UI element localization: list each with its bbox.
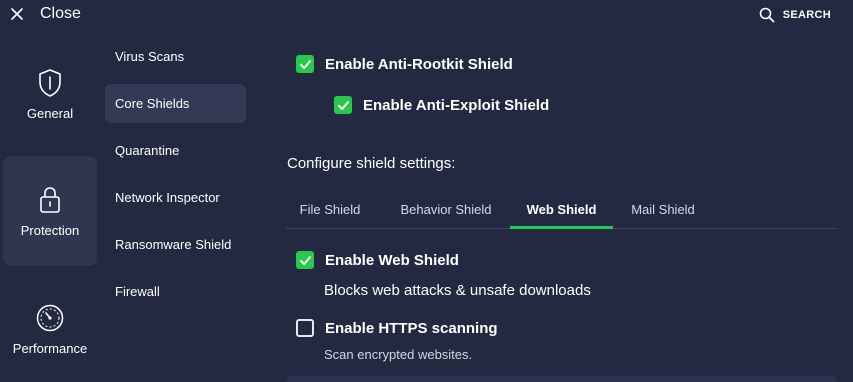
subnav-ransomware-shield[interactable]: Ransomware Shield	[105, 225, 246, 264]
anti-rootkit-option[interactable]: Enable Anti-Rootkit Shield	[296, 55, 513, 73]
search-button[interactable]: SEARCH	[759, 5, 831, 25]
checkmark-icon	[337, 100, 349, 110]
shield-icon	[39, 69, 61, 97]
https-scanning-description: Scan encrypted websites.	[324, 347, 473, 362]
anti-exploit-option[interactable]: Enable Anti-Exploit Shield	[334, 96, 549, 114]
configure-shield-title: Configure shield settings:	[287, 155, 456, 172]
subnav-virus-scans[interactable]: Virus Scans	[105, 37, 246, 76]
tab-mail-shield[interactable]: Mail Shield	[621, 195, 705, 229]
speedometer-icon	[36, 304, 64, 332]
category-performance[interactable]: Performance	[3, 300, 97, 370]
shield-tabs: File Shield Behavior Shield Web Shield M…	[286, 195, 837, 229]
anti-exploit-label: Enable Anti-Exploit Shield	[363, 96, 550, 114]
category-general[interactable]: General	[3, 58, 97, 132]
web-shield-description: Blocks web attacks & unsafe downloads	[324, 282, 591, 299]
web-shield-checkbox[interactable]	[296, 251, 314, 269]
checkmark-icon	[299, 255, 311, 265]
checkmark-icon	[299, 59, 311, 69]
anti-exploit-checkbox[interactable]	[334, 96, 352, 114]
search-label: SEARCH	[782, 9, 831, 21]
subnav-firewall[interactable]: Firewall	[105, 272, 246, 311]
subnav-quarantine[interactable]: Quarantine	[105, 131, 246, 170]
close-label: Close	[40, 5, 81, 22]
category-protection-label: Protection	[20, 222, 80, 238]
close-button[interactable]: Close	[8, 2, 81, 26]
close-icon	[11, 8, 23, 20]
search-icon	[759, 7, 775, 23]
web-shield-option[interactable]: Enable Web Shield	[296, 251, 459, 269]
tab-web-shield[interactable]: Web Shield	[510, 195, 613, 229]
next-option-row	[286, 376, 837, 382]
tab-file-shield[interactable]: File Shield	[290, 195, 370, 229]
anti-rootkit-label: Enable Anti-Rootkit Shield	[325, 55, 513, 73]
https-scanning-option[interactable]: Enable HTTPS scanning	[296, 319, 498, 337]
category-protection[interactable]: Protection	[3, 156, 97, 266]
https-scanning-checkbox[interactable]	[296, 319, 314, 337]
https-scanning-label: Enable HTTPS scanning	[325, 319, 498, 337]
subnav-network-inspector[interactable]: Network Inspector	[105, 178, 246, 217]
category-performance-label: Performance	[12, 341, 88, 356]
lock-icon	[40, 186, 60, 213]
web-shield-label: Enable Web Shield	[325, 251, 459, 269]
anti-rootkit-checkbox[interactable]	[296, 55, 314, 73]
tab-behavior-shield[interactable]: Behavior Shield	[388, 195, 504, 229]
category-general-label: General	[26, 106, 74, 121]
subnav-core-shields[interactable]: Core Shields	[105, 84, 246, 123]
